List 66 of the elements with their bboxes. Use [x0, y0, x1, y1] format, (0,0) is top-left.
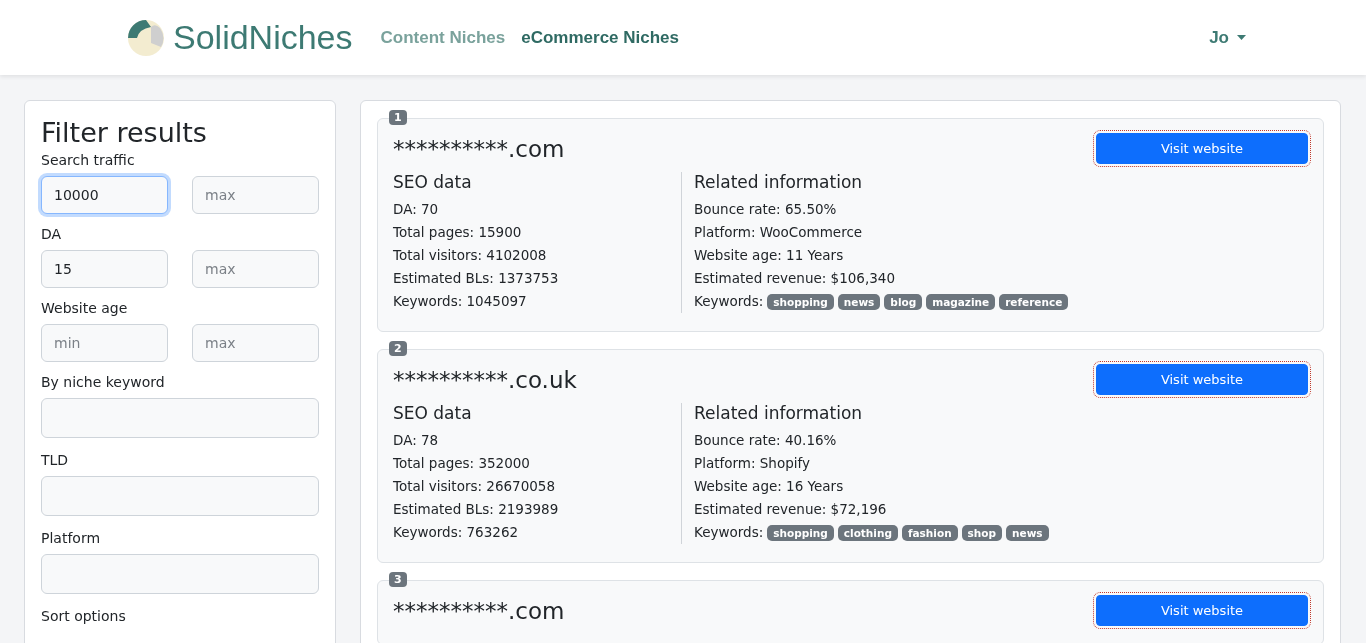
field-label: Platform [41, 530, 102, 546]
nav-link[interactable]: Content Niches [380, 27, 506, 48]
field-label: Website age [41, 300, 129, 316]
section-title: SEO data [393, 403, 473, 423]
field-label: By niche keyword [41, 374, 166, 390]
keyword-tag: blog [884, 293, 923, 310]
data-line: Estimated BLs: 1373753 [393, 269, 560, 288]
data-line: Bounce rate: 65.50% [694, 200, 838, 219]
input-field[interactable]: max [192, 324, 319, 362]
keyword-tag: news [1006, 524, 1049, 541]
input-field[interactable]: max [192, 176, 319, 214]
rank-badge: 2 [389, 341, 407, 356]
field-label: DA [41, 226, 63, 242]
data-line: Estimated revenue: $72,196 [694, 500, 888, 519]
keywords-label: Keywords: [694, 292, 764, 311]
keyword-tag: clothing [837, 524, 898, 541]
keywords-label: Keywords: [694, 523, 764, 542]
domain-name: **********.co.uk [393, 366, 577, 393]
data-line: Estimated revenue: $106,340 [694, 269, 897, 288]
logo-text[interactable]: SolidNiches [173, 18, 353, 57]
domain-name: **********.com [393, 135, 565, 162]
input-field[interactable] [41, 554, 319, 594]
data-line: Website age: 16 Years [694, 477, 845, 496]
keyword-tag: reference [999, 293, 1069, 310]
keyword-tag: shopping [767, 293, 834, 310]
user-menu[interactable]: Jo [1209, 27, 1246, 48]
nav-link[interactable]: eCommerce Niches [521, 27, 680, 48]
data-line: Platform: Shopify [694, 454, 811, 473]
input-field[interactable] [41, 398, 319, 438]
data-line: Bounce rate: 40.16% [694, 431, 838, 450]
rank-badge: 1 [389, 110, 407, 125]
rank-badge: 3 [389, 572, 407, 587]
keyword-tag: fashion [901, 524, 958, 541]
data-line: Platform: WooCommerce [694, 223, 864, 242]
visit-website-button[interactable]: Visit website [1096, 364, 1308, 395]
data-line: Total pages: 352000 [393, 454, 531, 473]
field-label: Sort options [41, 608, 127, 624]
data-line: Total visitors: 26670058 [393, 477, 557, 496]
input-field[interactable]: max [192, 250, 319, 288]
data-line: Total visitors: 4102008 [393, 246, 548, 265]
visit-website-button[interactable]: Visit website [1096, 133, 1308, 164]
field-label: Search traffic [41, 152, 136, 168]
section-title: SEO data [393, 172, 473, 192]
data-line: Website age: 11 Years [694, 246, 845, 265]
input-field[interactable]: min [41, 324, 168, 362]
domain-name: **********.com [393, 597, 565, 624]
input-field[interactable]: 10000 [41, 176, 168, 214]
data-line: DA: 78 [393, 431, 440, 450]
keyword-tag: shop [961, 524, 1003, 541]
data-line: Keywords: 763262 [393, 523, 520, 542]
data-line: DA: 70 [393, 200, 440, 219]
keyword-tag: magazine [926, 293, 996, 310]
input-field[interactable] [41, 476, 319, 516]
logo-icon [127, 18, 165, 57]
section-title: Related information [694, 172, 864, 192]
keyword-tag: shopping [767, 524, 834, 541]
data-line: Estimated BLs: 2193989 [393, 500, 560, 519]
caret-icon [1237, 35, 1246, 40]
keyword-tag: news [837, 293, 881, 310]
section-title: Related information [694, 403, 864, 423]
filter-title: Filter results [41, 117, 208, 148]
data-line: Keywords: 1045097 [393, 292, 528, 311]
input-field[interactable]: 15 [41, 250, 168, 288]
visit-website-button[interactable]: Visit website [1096, 595, 1308, 626]
data-line: Total pages: 15900 [393, 223, 523, 242]
field-label: TLD [41, 452, 70, 468]
